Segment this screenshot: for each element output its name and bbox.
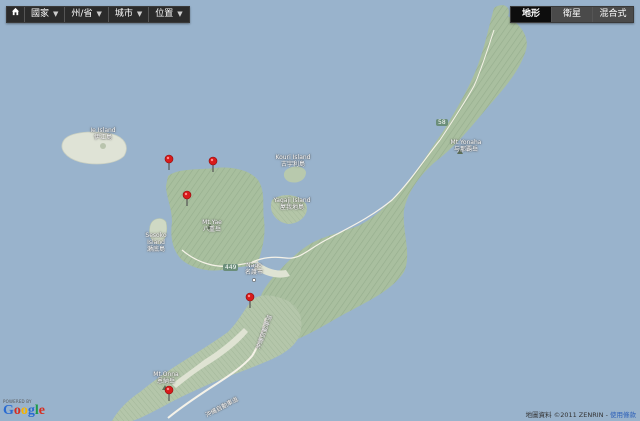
nav-country-dropdown[interactable]: 國家 ▼: [24, 7, 64, 22]
home-icon: [11, 7, 20, 16]
route-449-shield: 449: [223, 264, 239, 271]
google-logo[interactable]: POWERED BY Google: [3, 399, 45, 418]
map-type-terrain-button[interactable]: 地形: [511, 7, 551, 22]
nago-city-dot: [252, 278, 256, 282]
caret-down-icon: ▼: [96, 10, 102, 18]
caret-down-icon: ▼: [53, 10, 59, 18]
map-marker-pin[interactable]: [208, 156, 218, 172]
label-mt-yonaha: Mt.Yonaha 与那覇岳: [450, 139, 482, 153]
label-yagaji-island: Yagaji Island 屋我地島: [273, 197, 311, 211]
label-kouri-island: Kouri Island 古宇利島: [275, 154, 311, 168]
route-58-shield: 58: [436, 119, 448, 126]
map-type-switch: 地形 衛星 混合式: [510, 6, 634, 23]
label-sesoko-island: Sesoko Island 瀬底島: [145, 232, 167, 253]
label-mt-yae: Mt.Yae 八重岳: [202, 219, 222, 233]
sea: [0, 0, 640, 421]
map-type-hybrid-button[interactable]: 混合式: [592, 7, 633, 22]
map-marker-pin[interactable]: [164, 385, 174, 401]
home-button[interactable]: [7, 7, 24, 22]
map-type-satellite-button[interactable]: 衛星: [551, 7, 592, 22]
nav-location-dropdown[interactable]: 位置 ▼: [148, 7, 188, 22]
terms-of-use-link[interactable]: 使用條款: [610, 411, 636, 419]
google-wordmark: Google: [3, 403, 45, 418]
attribution-text: 地圖資料 ©2011 ZENRIN -: [525, 411, 610, 419]
caret-down-icon: ▼: [177, 10, 183, 18]
nav-state-dropdown[interactable]: 州/省 ▼: [64, 7, 107, 22]
region-nav-bar: 國家 ▼ 州/省 ▼ 城市 ▼ 位置 ▼: [6, 6, 190, 23]
map-attribution: 地圖資料 ©2011 ZENRIN - 使用條款: [526, 409, 636, 419]
label-ie-island: Ie Island 伊江島: [90, 127, 116, 141]
label-mt-onna: Mt.Onna 恩納岳: [153, 371, 179, 385]
map-marker-pin[interactable]: [245, 292, 255, 308]
ie-peak: [100, 143, 106, 149]
nav-city-dropdown[interactable]: 城市 ▼: [107, 7, 148, 22]
map-marker-pin[interactable]: [164, 154, 174, 170]
label-nago: Nago 名護市: [244, 262, 264, 276]
map-canvas[interactable]: [0, 0, 640, 421]
map-marker-pin[interactable]: [182, 190, 192, 206]
caret-down-icon: ▼: [136, 10, 143, 18]
